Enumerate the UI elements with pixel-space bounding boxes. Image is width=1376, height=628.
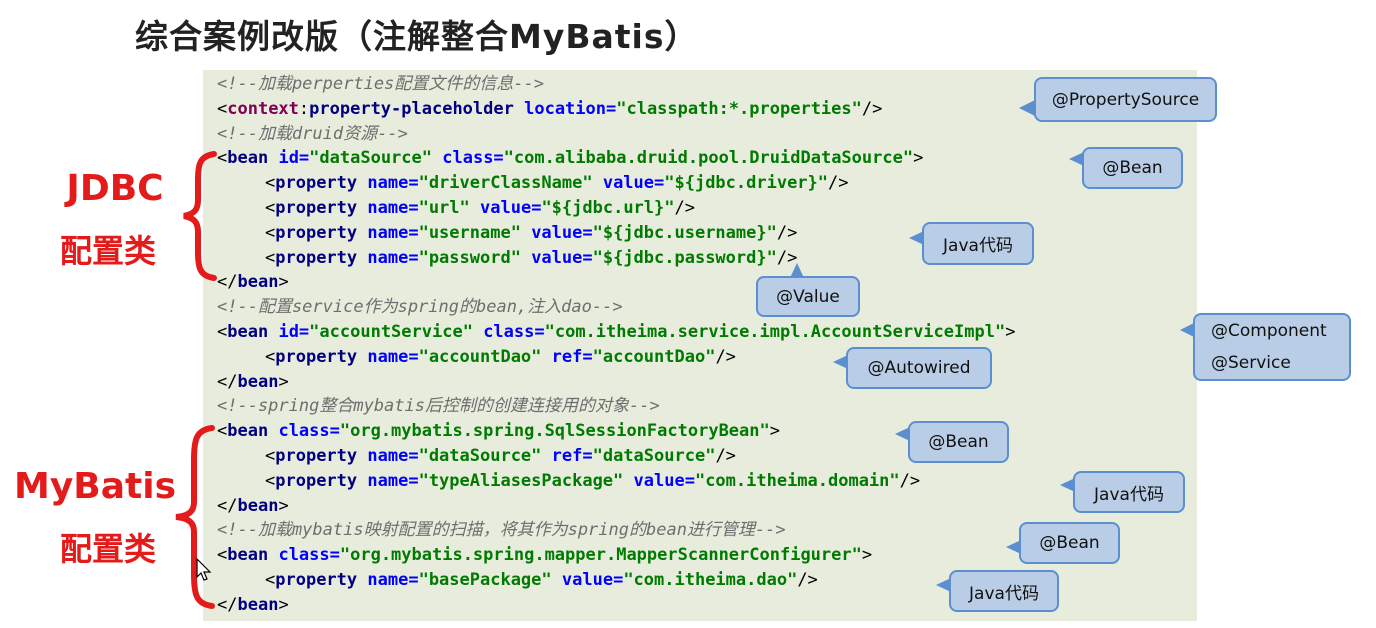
bean-callout: @Bean [908,421,1009,463]
code-comment: <!--spring整合mybatis后控制的创建连接用的对象--> [217,396,660,416]
mybatis-label: MyBatis [14,466,176,507]
value-callout: @Value [756,276,860,317]
code-line: </bean> [217,496,289,516]
code-comment: <!--加载perperties配置文件的信息--> [217,74,544,94]
component-annotation: @Component [1211,321,1327,341]
java-code-callout: Java代码 [922,222,1034,265]
code-line: <context:property-placeholder location="… [217,99,883,119]
code-comment: <!--加载druid资源--> [217,124,408,144]
code-comment: <!--配置service作为spring的bean,注入dao--> [217,297,623,317]
code-line: <bean id="dataSource" class="com.alibaba… [217,148,924,168]
java-code-callout: Java代码 [1073,471,1185,513]
code-line: </bean> [217,272,289,292]
code-line: <property name="accountDao" ref="account… [265,347,736,367]
callout-pointer [1019,100,1035,116]
bean-callout: @Bean [1019,522,1120,564]
java-code-callout: Java代码 [949,570,1059,612]
mybatis-brace [175,425,215,609]
autowired-callout: @Autowired [846,347,992,389]
service-annotation: @Service [1211,353,1291,373]
jdbc-brace [183,151,217,281]
property-source-callout: @PropertySource [1034,77,1217,122]
mybatis-config-label: 配置类 [59,530,156,568]
code-line: </bean> [217,595,289,615]
code-line: <property name="dataSource" ref="dataSou… [265,446,736,466]
jdbc-label: JDBC [66,168,164,209]
code-line: <bean class="org.mybatis.spring.SqlSessi… [217,421,780,441]
code-line: </bean> [217,372,289,392]
code-line: <property name="url" value="${jdbc.url}"… [265,198,695,218]
code-line: <property name="typeAliasesPackage" valu… [265,471,921,491]
code-line: <property name="driverClassName" value="… [265,173,849,193]
code-line: <property name="username" value="${jdbc.… [265,223,798,243]
mouse-cursor-icon [196,558,212,581]
jdbc-config-label: 配置类 [59,232,156,270]
code-line: <bean class="org.mybatis.spring.mapper.M… [217,545,873,565]
code-line: <bean id="accountService" class="com.ith… [217,322,1016,342]
code-line: <property name="basePackage" value="com.… [265,570,818,590]
code-line: <property name="password" value="${jdbc.… [265,248,798,268]
bean-callout: @Bean [1082,147,1183,189]
code-comment: <!--加载mybatis映射配置的扫描，将其作为spring的bean进行管理… [217,520,786,540]
page-title: 综合案例改版（注解整合MyBatis） [135,17,699,56]
component-service-callout: @Component @Service [1193,313,1351,381]
